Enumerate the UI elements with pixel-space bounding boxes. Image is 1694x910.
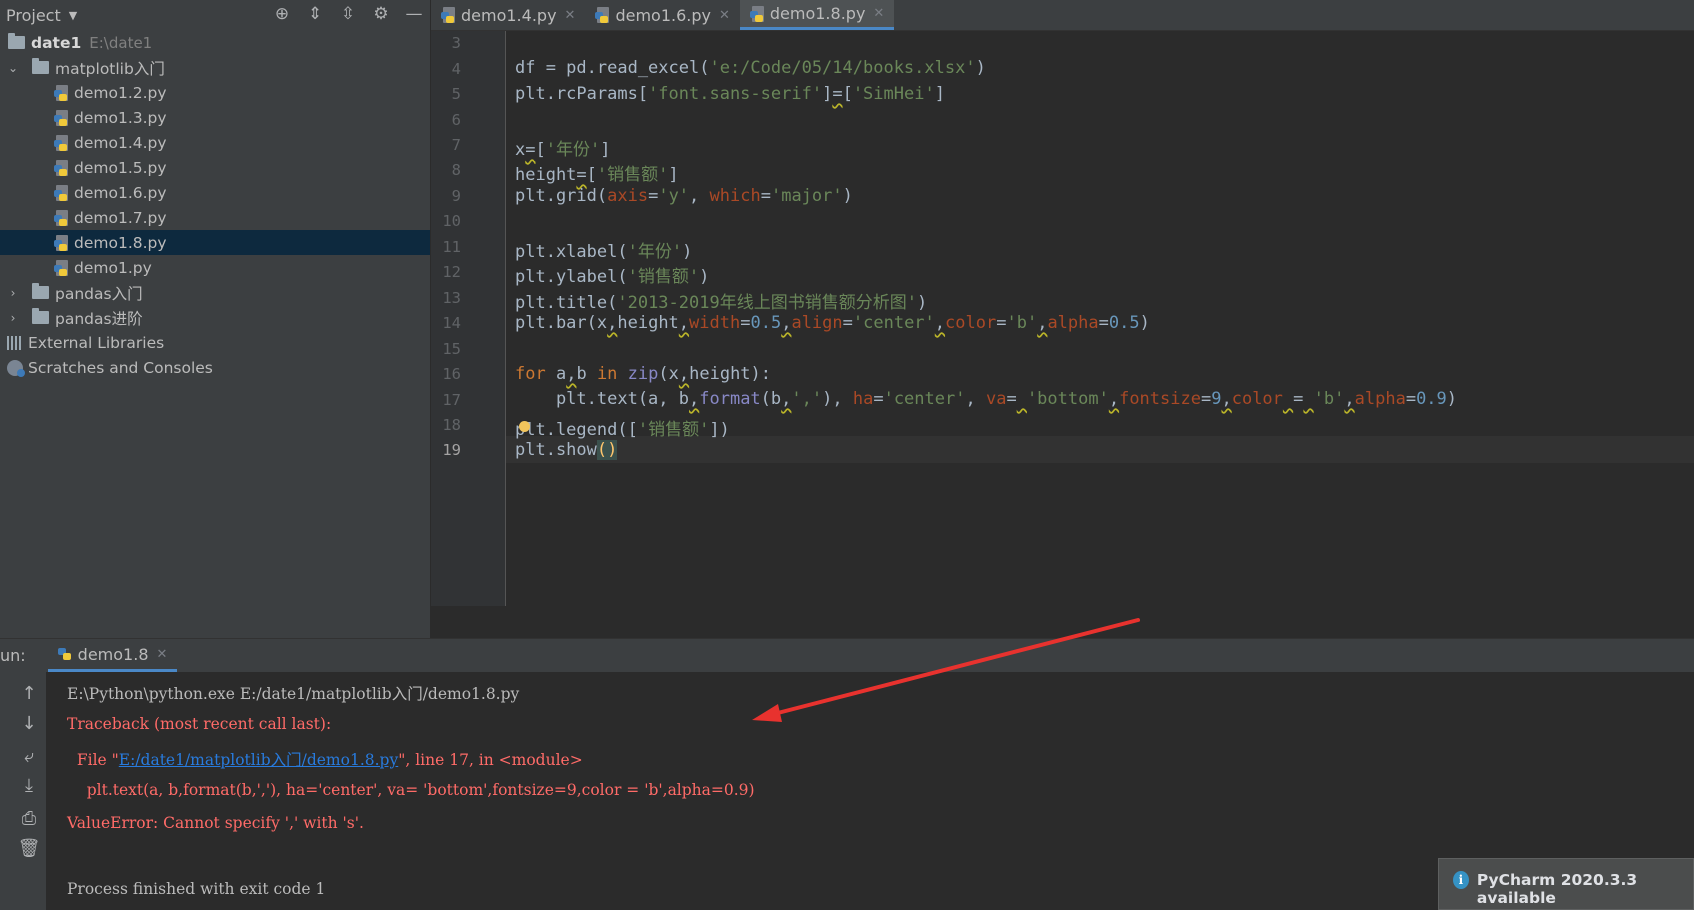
- info-icon: i: [1453, 871, 1469, 889]
- update-notification[interactable]: i PyCharm 2020.3.3 available: [1438, 858, 1694, 910]
- annotation-arrow: [752, 618, 1140, 722]
- notification-message: PyCharm 2020.3.3 available: [1476, 871, 1638, 907]
